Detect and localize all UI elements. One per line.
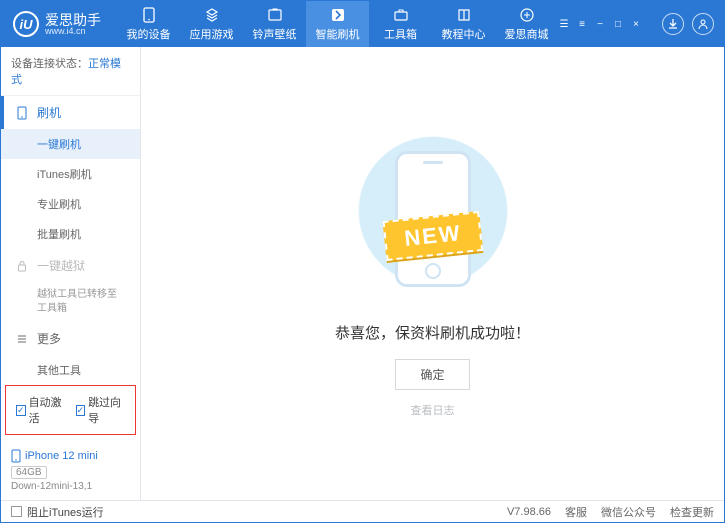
device-phone-icon bbox=[11, 449, 21, 463]
topnav-label: 智能刷机 bbox=[316, 26, 360, 42]
checkbox-unchecked-icon bbox=[11, 506, 22, 517]
conn-prefix: 设备连接状态： bbox=[11, 58, 88, 70]
sidebar-section-flash[interactable]: 刷机 bbox=[1, 96, 140, 129]
topnav-label: 我的设备 bbox=[127, 26, 171, 42]
view-log-link[interactable]: 查看日志 bbox=[411, 402, 455, 418]
toolbox-icon bbox=[392, 6, 410, 24]
connection-status: 设备连接状态：正常模式 bbox=[1, 47, 140, 96]
checkbox-checked-icon: ✓ bbox=[76, 405, 86, 416]
version-label: V7.98.66 bbox=[507, 506, 551, 518]
success-message: 恭喜您，保资料刷机成功啦！ bbox=[335, 322, 530, 343]
topnav-label: 工具箱 bbox=[384, 26, 417, 42]
main-content: NEW 恭喜您，保资料刷机成功啦！ 确定 查看日志 bbox=[141, 47, 724, 500]
wechat-link[interactable]: 微信公众号 bbox=[601, 504, 656, 520]
music-icon bbox=[266, 6, 284, 24]
brand-url: www.i4.cn bbox=[45, 27, 101, 36]
device-detail: Down-12mini-13,1 bbox=[11, 481, 130, 492]
topnav-label: 铃声壁纸 bbox=[253, 26, 297, 42]
device-storage-badge: 64GB bbox=[11, 466, 47, 479]
phone-icon bbox=[15, 106, 29, 120]
user-icon bbox=[697, 18, 709, 30]
brand-name: 爱思助手 bbox=[45, 13, 101, 27]
sidebar-flash-item-3[interactable]: 批量刷机 bbox=[1, 219, 140, 249]
sidebar-flash-item-2[interactable]: 专业刷机 bbox=[1, 189, 140, 219]
sidebar-section-jailbreak[interactable]: 一键越狱 bbox=[1, 249, 140, 282]
sidebar-section-more-label: 更多 bbox=[37, 330, 61, 347]
window-controls: ☰ ≡ − □ × bbox=[558, 18, 652, 30]
book-icon bbox=[455, 6, 473, 24]
checkbox-checked-icon: ✓ bbox=[16, 405, 26, 416]
topnav-label: 爱思商城 bbox=[505, 26, 549, 42]
sidebar-flash-item-0[interactable]: 一键刷机 bbox=[1, 129, 140, 159]
sidebar-section-more[interactable]: 更多 bbox=[1, 322, 140, 355]
topnav-item-6[interactable]: 爱思商城 bbox=[495, 1, 558, 47]
sidebar-section-jailbreak-label: 一键越狱 bbox=[37, 257, 85, 274]
titlebar: iU 爱思助手 www.i4.cn 我的设备 应用游戏 铃声壁纸 智能刷机 工具箱 教程中… bbox=[1, 1, 724, 47]
skip-guide-label: 跳过向导 bbox=[88, 394, 125, 426]
store-icon bbox=[518, 6, 536, 24]
top-nav: 我的设备 应用游戏 铃声壁纸 智能刷机 工具箱 教程中心 爱思商城 bbox=[117, 1, 558, 47]
topnav-item-5[interactable]: 教程中心 bbox=[432, 1, 495, 47]
phone-icon bbox=[140, 6, 158, 24]
lock-icon[interactable]: ≡ bbox=[576, 18, 588, 30]
topnav-label: 应用游戏 bbox=[190, 26, 234, 42]
flash-icon bbox=[329, 6, 347, 24]
success-illustration: NEW bbox=[343, 130, 523, 310]
topnav-item-2[interactable]: 铃声壁纸 bbox=[243, 1, 306, 47]
block-itunes-label: 阻止iTunes运行 bbox=[27, 504, 104, 520]
sidebar-more-item-0[interactable]: 其他工具 bbox=[1, 355, 140, 379]
auto-activate-label: 自动激活 bbox=[29, 394, 66, 426]
jailbreak-note: 越狱工具已转移至工具箱 bbox=[1, 282, 140, 322]
block-itunes-checkbox[interactable]: 阻止iTunes运行 bbox=[11, 504, 104, 520]
sidebar-section-flash-label: 刷机 bbox=[37, 104, 61, 121]
sidebar: 设备连接状态：正常模式 刷机 一键刷机iTunes刷机专业刷机批量刷机 一键越狱… bbox=[1, 47, 141, 500]
options-row: ✓ 自动激活 ✓ 跳过向导 bbox=[5, 385, 136, 435]
topnav-item-1[interactable]: 应用游戏 bbox=[180, 1, 243, 47]
confirm-button[interactable]: 确定 bbox=[395, 359, 469, 390]
device-item[interactable]: iPhone 12 mini 64GB Down-12mini-13,1 bbox=[1, 441, 140, 500]
topnav-item-0[interactable]: 我的设备 bbox=[117, 1, 180, 47]
check-update-link[interactable]: 检查更新 bbox=[670, 504, 714, 520]
apps-icon bbox=[203, 6, 221, 24]
topnav-item-3[interactable]: 智能刷机 bbox=[306, 1, 369, 47]
user-button[interactable] bbox=[692, 13, 714, 35]
topnav-label: 教程中心 bbox=[442, 26, 486, 42]
sidebar-flash-item-1[interactable]: iTunes刷机 bbox=[1, 159, 140, 189]
topnav-item-4[interactable]: 工具箱 bbox=[369, 1, 432, 47]
logo-icon: iU bbox=[13, 11, 39, 37]
skip-guide-checkbox[interactable]: ✓ 跳过向导 bbox=[76, 394, 126, 426]
minimize-icon[interactable]: − bbox=[594, 18, 606, 30]
service-link[interactable]: 客服 bbox=[565, 504, 587, 520]
statusbar: 阻止iTunes运行 V7.98.66 客服 微信公众号 检查更新 bbox=[1, 500, 724, 522]
device-name-label: iPhone 12 mini bbox=[25, 450, 98, 462]
menu-icon[interactable]: ☰ bbox=[558, 18, 570, 30]
lock-closed-icon bbox=[15, 259, 29, 273]
maximize-icon[interactable]: □ bbox=[612, 18, 624, 30]
download-button[interactable] bbox=[662, 13, 684, 35]
logo-area: iU 爱思助手 www.i4.cn bbox=[1, 11, 117, 37]
auto-activate-checkbox[interactable]: ✓ 自动激活 bbox=[16, 394, 66, 426]
more-icon bbox=[15, 332, 29, 346]
download-icon bbox=[667, 18, 679, 30]
close-icon[interactable]: × bbox=[630, 18, 642, 30]
